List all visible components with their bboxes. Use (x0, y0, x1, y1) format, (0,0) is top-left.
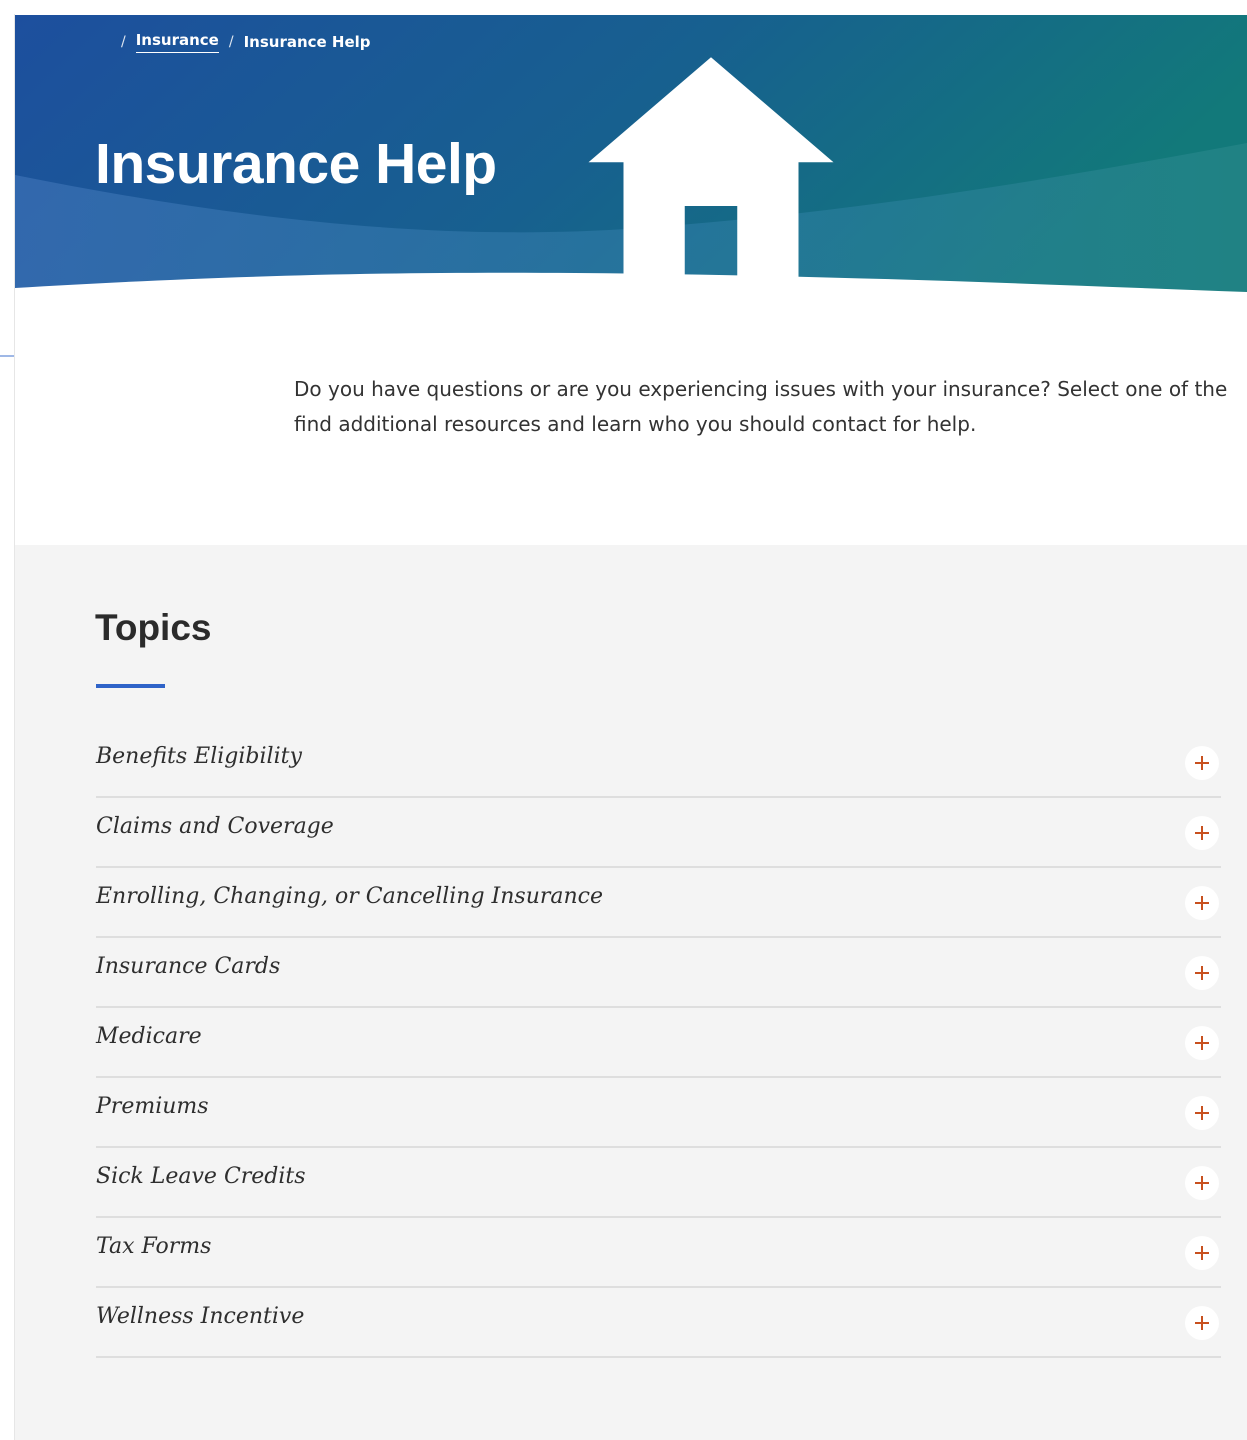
plus-icon[interactable] (1185, 956, 1219, 990)
accordion-item-label: Sick Leave Credits (96, 1164, 306, 1189)
topics-heading-underline (96, 684, 165, 688)
plus-icon[interactable] (1185, 1026, 1219, 1060)
intro-line: find additional resources and learn who … (294, 412, 977, 436)
accordion-item-tax-forms[interactable]: Tax Forms (96, 1218, 1221, 1288)
left-accent-line (0, 355, 14, 357)
topics-section: Topics Benefits Eligibility Claims and C… (15, 545, 1247, 1440)
accordion-item-label: Medicare (96, 1024, 202, 1049)
accordion-item-label: Benefits Eligibility (96, 744, 302, 769)
accordion-item-sick-leave-credits[interactable]: Sick Leave Credits (96, 1148, 1221, 1218)
plus-icon[interactable] (1185, 886, 1219, 920)
plus-icon[interactable] (1185, 1096, 1219, 1130)
accordion-item-label: Insurance Cards (96, 954, 281, 979)
intro-text: Do you have questions or are you experie… (294, 372, 1247, 442)
hero-banner: / Insurance / Insurance Help Insurance H… (15, 15, 1247, 295)
plus-icon[interactable] (1185, 1236, 1219, 1270)
accordion-item-label: Tax Forms (96, 1234, 212, 1259)
intro-line: Do you have questions or are you experie… (294, 377, 1228, 401)
accordion-item-premiums[interactable]: Premiums (96, 1078, 1221, 1148)
topics-accordion: Benefits Eligibility Claims and Coverage… (96, 728, 1221, 1358)
accordion-item-enrolling-changing-cancelling[interactable]: Enrolling, Changing, or Cancelling Insur… (96, 868, 1221, 938)
accordion-item-wellness-incentive[interactable]: Wellness Incentive (96, 1288, 1221, 1358)
page-title: Insurance Help (95, 132, 497, 196)
accordion-item-label: Premiums (96, 1094, 209, 1119)
accordion-item-label: Enrolling, Changing, or Cancelling Insur… (96, 884, 604, 909)
plus-icon[interactable] (1185, 1306, 1219, 1340)
plus-icon[interactable] (1185, 1166, 1219, 1200)
accordion-item-label: Wellness Incentive (96, 1304, 305, 1329)
accordion-item-insurance-cards[interactable]: Insurance Cards (96, 938, 1221, 1008)
page: / Insurance / Insurance Help Insurance H… (0, 0, 1247, 1440)
home-icon[interactable] (95, 34, 834, 285)
accordion-item-medicare[interactable]: Medicare (96, 1008, 1221, 1078)
breadcrumb-separator: / (121, 34, 126, 50)
accordion-item-benefits-eligibility[interactable]: Benefits Eligibility (96, 728, 1221, 798)
breadcrumb-separator: / (228, 34, 234, 50)
accordion-item-label: Claims and Coverage (96, 814, 334, 839)
topics-heading: Topics (95, 607, 212, 648)
plus-icon[interactable] (1185, 746, 1219, 780)
accordion-item-claims-and-coverage[interactable]: Claims and Coverage (96, 798, 1221, 868)
breadcrumb: / Insurance / Insurance Help (95, 31, 834, 285)
plus-icon[interactable] (1185, 816, 1219, 850)
